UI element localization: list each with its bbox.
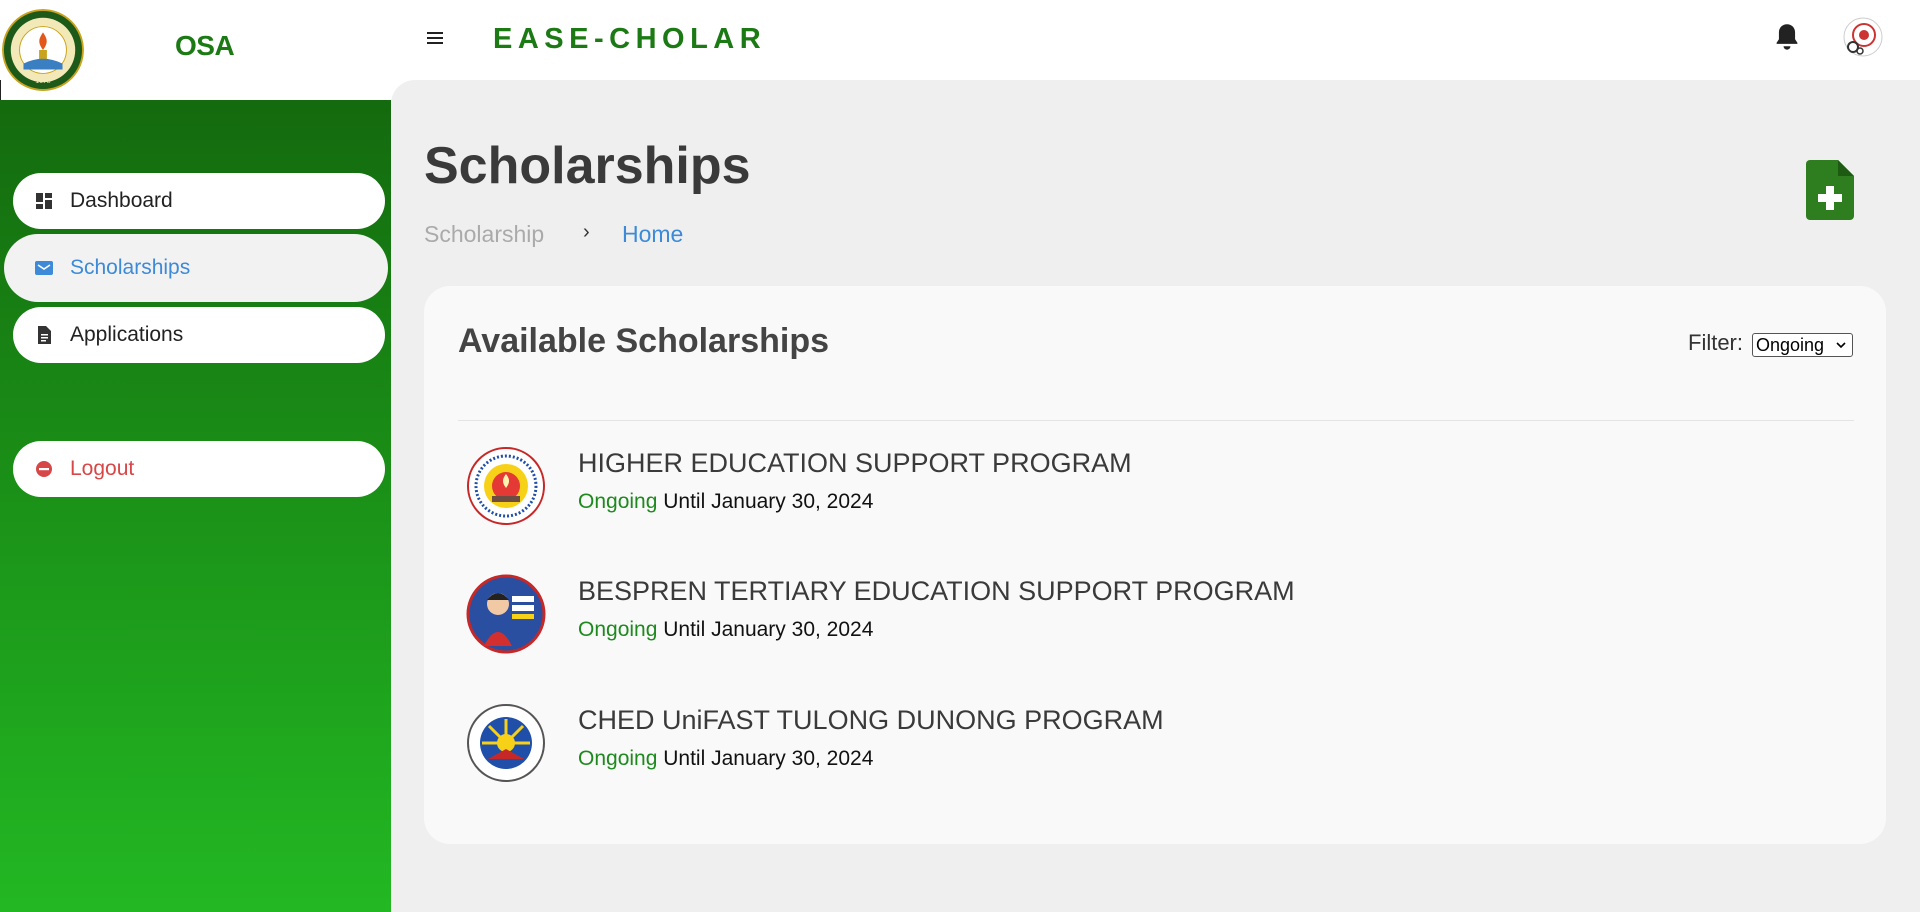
add-document-icon[interactable] bbox=[1806, 160, 1854, 220]
app-title: EASE-CHOLAR bbox=[493, 23, 767, 55]
sidebar-item-label: Dashboard bbox=[70, 189, 173, 212]
filter-select-value: Ongoing bbox=[1756, 335, 1825, 355]
breadcrumb-scholarship[interactable]: Scholarship bbox=[424, 221, 544, 248]
sidebar-item-applications[interactable]: Applications bbox=[13, 307, 385, 363]
deadline-text: Until January 30, 2024 bbox=[663, 747, 874, 770]
chevron-down-icon bbox=[1836, 342, 1846, 349]
logo-year: 1978 bbox=[35, 78, 50, 85]
status-badge: Ongoing bbox=[578, 490, 658, 513]
scholarship-name[interactable]: CHED UniFAST TULONG DUNONG PROGRAM bbox=[578, 705, 1164, 736]
status-badge: Ongoing bbox=[578, 618, 658, 641]
filter-select[interactable]: Ongoing bbox=[1752, 333, 1853, 357]
sidebar-item-label: Logout bbox=[70, 457, 135, 480]
dashboard-icon bbox=[36, 193, 52, 209]
scholarship-seal-icon bbox=[466, 574, 546, 654]
list-item[interactable]: BESPREN TERTIARY EDUCATION SUPPORT PROGR… bbox=[458, 574, 1458, 674]
envelope-icon bbox=[35, 261, 53, 275]
list-item[interactable]: HIGHER EDUCATION SUPPORT PROGRAM Ongoing… bbox=[458, 446, 1458, 546]
sidebar-item-logout[interactable]: Logout bbox=[13, 441, 385, 497]
divider bbox=[458, 420, 1854, 421]
deadline-text: Until January 30, 2024 bbox=[663, 490, 874, 513]
university-logo: 1978 bbox=[2, 9, 84, 91]
status-badge: Ongoing bbox=[578, 747, 658, 770]
filter-label: Filter: bbox=[1688, 330, 1743, 355]
sidebar-item-scholarships[interactable]: Scholarships bbox=[8, 238, 384, 298]
scholarship-name[interactable]: BESPREN TERTIARY EDUCATION SUPPORT PROGR… bbox=[578, 576, 1295, 607]
sidebar-item-label: Scholarships bbox=[70, 256, 191, 279]
menu-toggle-icon[interactable] bbox=[425, 28, 445, 48]
card-title: Available Scholarships bbox=[458, 322, 829, 360]
brand-org: OSA bbox=[175, 30, 235, 61]
scholarship-name[interactable]: HIGHER EDUCATION SUPPORT PROGRAM bbox=[578, 448, 1132, 479]
bell-icon[interactable] bbox=[1773, 22, 1801, 52]
scholarship-status: Ongoing Until January 30, 2024 bbox=[578, 490, 873, 514]
user-avatar[interactable] bbox=[1843, 17, 1883, 57]
document-icon bbox=[38, 326, 51, 344]
page-title: Scholarships bbox=[424, 137, 751, 195]
deadline-text: Until January 30, 2024 bbox=[663, 618, 874, 641]
scholarship-seal-icon bbox=[467, 447, 545, 525]
top-bar: OSA EASE-CHOLAR bbox=[0, 0, 1920, 80]
breadcrumb-home[interactable]: Home bbox=[622, 221, 683, 248]
logout-icon bbox=[36, 461, 52, 477]
list-item[interactable]: CHED UniFAST TULONG DUNONG PROGRAM Ongoi… bbox=[458, 703, 1458, 803]
scholarship-seal-icon bbox=[467, 704, 545, 782]
sidebar-item-label: Applications bbox=[70, 323, 184, 346]
scholarship-status: Ongoing Until January 30, 2024 bbox=[578, 747, 873, 771]
sidebar-item-dashboard[interactable]: Dashboard bbox=[13, 173, 385, 229]
scholarship-status: Ongoing Until January 30, 2024 bbox=[578, 618, 873, 642]
breadcrumb-separator: › bbox=[583, 221, 590, 243]
